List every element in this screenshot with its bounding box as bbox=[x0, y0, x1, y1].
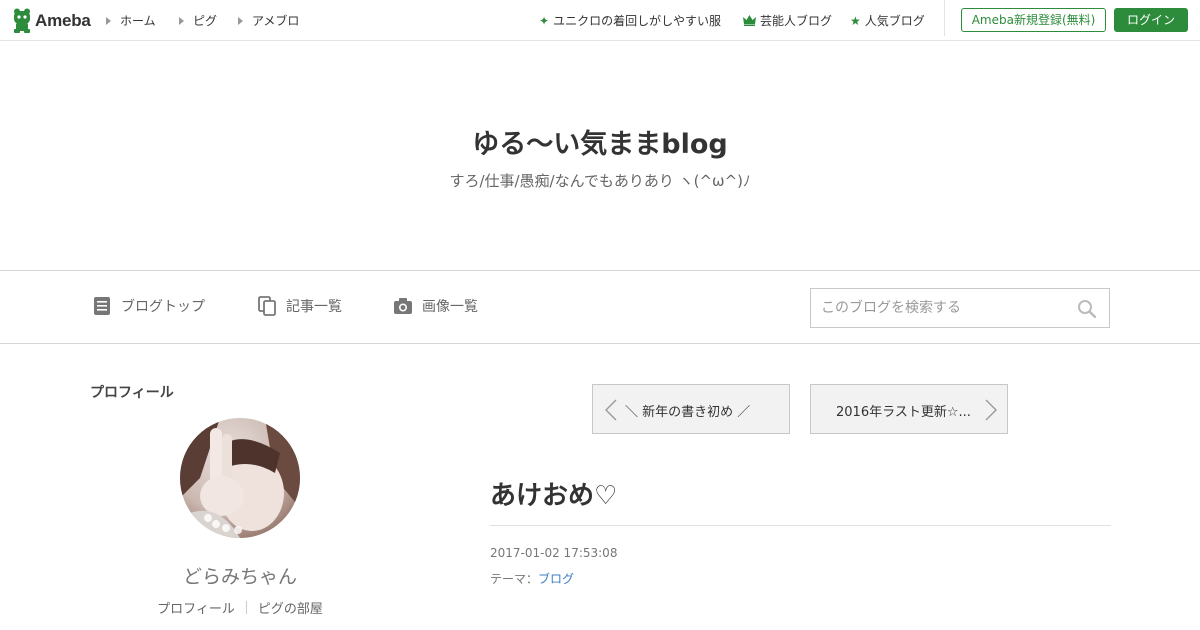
topnav-label: アメブロ bbox=[252, 14, 300, 28]
login-button[interactable]: ログイン bbox=[1114, 8, 1188, 32]
next-article-button[interactable]: 2016年ラスト更新☆... bbox=[810, 384, 1008, 434]
chevron-right-icon bbox=[985, 399, 997, 421]
copy-icon bbox=[258, 296, 276, 316]
search-icon[interactable] bbox=[1077, 299, 1096, 318]
logo-text: Ameba bbox=[35, 10, 91, 30]
nav-label: ブログトップ bbox=[121, 299, 205, 315]
promo-label: ユニクロの着回しがしやすい服 bbox=[553, 14, 721, 28]
search-input[interactable] bbox=[811, 289, 1071, 327]
nav-label: 画像一覧 bbox=[422, 299, 478, 315]
pigg-room-link[interactable]: ピグの部屋 bbox=[258, 598, 323, 617]
ameba-mascot-icon bbox=[14, 8, 30, 33]
camera-icon bbox=[394, 298, 412, 314]
nav-image-list[interactable]: 画像一覧 bbox=[394, 296, 478, 316]
divider bbox=[245, 601, 247, 614]
avatar[interactable] bbox=[180, 418, 300, 538]
article-theme: テーマ：ブログ bbox=[490, 570, 574, 587]
star-icon: ★ bbox=[850, 13, 861, 28]
promo-uniqlo[interactable]: ✦ ユニクロの着回しがしやすい服 bbox=[539, 12, 721, 29]
profile-heading: プロフィール bbox=[90, 385, 174, 401]
nav-label: 記事一覧 bbox=[286, 299, 342, 315]
topnav-label: ホーム bbox=[120, 14, 156, 28]
sparkle-icon: ✦ bbox=[539, 13, 550, 28]
triangle-right-icon bbox=[238, 16, 243, 25]
promo-popular-blog[interactable]: ★ 人気ブログ bbox=[850, 12, 925, 29]
topnav-pigg[interactable]: ピグ bbox=[179, 12, 217, 29]
register-button[interactable]: Ameba新規登録(無料) bbox=[961, 8, 1106, 32]
theme-link[interactable]: ブログ bbox=[538, 572, 574, 586]
ameba-logo[interactable]: Ameba bbox=[12, 8, 91, 33]
blog-search bbox=[810, 288, 1110, 328]
profile-name[interactable]: どらみちゃん bbox=[90, 562, 390, 589]
topnav-home[interactable]: ホーム bbox=[106, 12, 156, 29]
avatar-photo bbox=[180, 418, 300, 538]
divider bbox=[944, 0, 945, 36]
blog-navigation: ブログトップ 記事一覧 画像一覧 bbox=[0, 270, 1200, 344]
prev-article-label: ＼ 新年の書き初め ／ bbox=[625, 405, 751, 420]
triangle-right-icon bbox=[106, 16, 111, 25]
nav-article-list[interactable]: 記事一覧 bbox=[258, 296, 342, 316]
profile-links: プロフィール ピグの部屋 bbox=[90, 598, 390, 617]
article-title[interactable]: あけおめ♡ bbox=[490, 475, 617, 512]
blog-description: すろ/仕事/愚痴/なんでもありあり ヽ(^ω^)ﾉ bbox=[449, 172, 751, 190]
next-article-label: 2016年ラスト更新☆... bbox=[836, 405, 971, 420]
promo-label: 芸能人ブログ bbox=[760, 14, 833, 28]
topnav-label: ピグ bbox=[193, 14, 218, 28]
chevron-left-icon bbox=[605, 399, 617, 421]
promo-label: 人気ブログ bbox=[864, 14, 925, 28]
topnav-ameblo[interactable]: アメブロ bbox=[238, 12, 299, 29]
nav-blog-top[interactable]: ブログトップ bbox=[93, 296, 205, 316]
article-date: 2017-01-02 17:53:08 bbox=[490, 546, 618, 560]
profile-link[interactable]: プロフィール bbox=[157, 598, 235, 617]
triangle-right-icon bbox=[179, 16, 184, 25]
prev-article-button[interactable]: ＼ 新年の書き初め ／ bbox=[592, 384, 790, 434]
crown-icon bbox=[743, 15, 756, 26]
divider bbox=[490, 525, 1111, 526]
promo-celebrity-blog[interactable]: 芸能人ブログ bbox=[743, 12, 832, 29]
blog-title[interactable]: ゆる〜い気ままblog bbox=[0, 122, 1200, 161]
theme-prefix: テーマ： bbox=[490, 572, 539, 586]
global-header: Ameba ホーム ピグ アメブロ ✦ ユニクロの着回しがしやすい服 芸能人ブロ… bbox=[0, 0, 1200, 41]
document-icon bbox=[94, 297, 110, 315]
